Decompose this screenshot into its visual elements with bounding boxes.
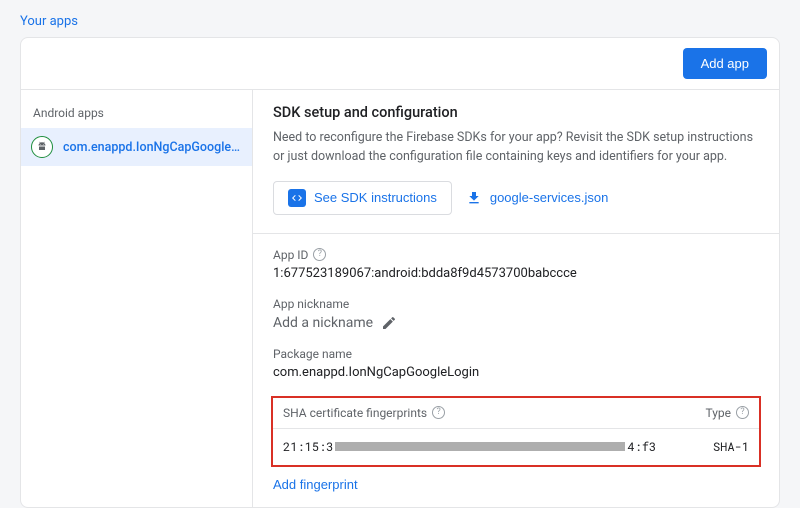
see-sdk-label: See SDK instructions — [314, 190, 437, 205]
app-id-value: 1:677523189067:android:bdda8f9d4573700ba… — [273, 266, 759, 281]
sdk-setup-title: SDK setup and configuration — [273, 104, 759, 121]
main-panel: SDK setup and configuration Need to reco… — [253, 90, 779, 507]
nickname-placeholder: Add a nickname — [273, 315, 373, 331]
apps-card: Add app Android apps com.enappd.IonNgCap… — [20, 37, 780, 508]
nickname-label: App nickname — [273, 297, 759, 311]
sha-label: SHA certificate fingerprints ? — [283, 406, 445, 420]
code-icon — [288, 189, 306, 207]
pencil-icon[interactable] — [381, 315, 397, 331]
add-fingerprint-button[interactable]: Add fingerprint — [273, 477, 358, 492]
sdk-setup-description: Need to reconfigure the Firebase SDKs fo… — [273, 129, 759, 167]
sha-fingerprints-section: SHA certificate fingerprints ? Type ? 21… — [271, 396, 761, 467]
package-name-label: Package name — [273, 347, 759, 361]
help-icon[interactable]: ? — [432, 406, 445, 419]
sha-type-value: SHA-1 — [713, 439, 749, 455]
see-sdk-instructions-button[interactable]: See SDK instructions — [273, 181, 452, 215]
card-header: Add app — [21, 38, 779, 90]
sha-type-label: Type ? — [705, 406, 749, 420]
apps-sidebar: Android apps com.enappd.IonNgCapGoogleLo… — [21, 90, 253, 507]
help-icon[interactable]: ? — [736, 406, 749, 419]
app-id-label: App ID ? — [273, 248, 759, 262]
section-title: Your apps — [20, 14, 780, 29]
android-icon — [31, 136, 53, 158]
sha-fingerprint-value: 21:15:3 4:f3 — [283, 439, 656, 455]
sha-fingerprint-row[interactable]: 21:15:3 4:f3 SHA-1 — [273, 429, 759, 465]
sidebar-app-item[interactable]: com.enappd.IonNgCapGoogleLogin — [21, 128, 252, 166]
divider — [253, 233, 779, 234]
download-config-label: google-services.json — [490, 190, 609, 205]
sidebar-app-name: com.enappd.IonNgCapGoogleLogin — [63, 140, 242, 155]
redacted-block — [335, 442, 625, 451]
package-name-value: com.enappd.IonNgCapGoogleLogin — [273, 365, 759, 380]
help-icon[interactable]: ? — [313, 248, 326, 261]
add-app-button[interactable]: Add app — [683, 48, 767, 79]
download-config-button[interactable]: google-services.json — [466, 190, 609, 206]
download-icon — [466, 190, 482, 206]
sidebar-platform-label: Android apps — [21, 100, 252, 128]
